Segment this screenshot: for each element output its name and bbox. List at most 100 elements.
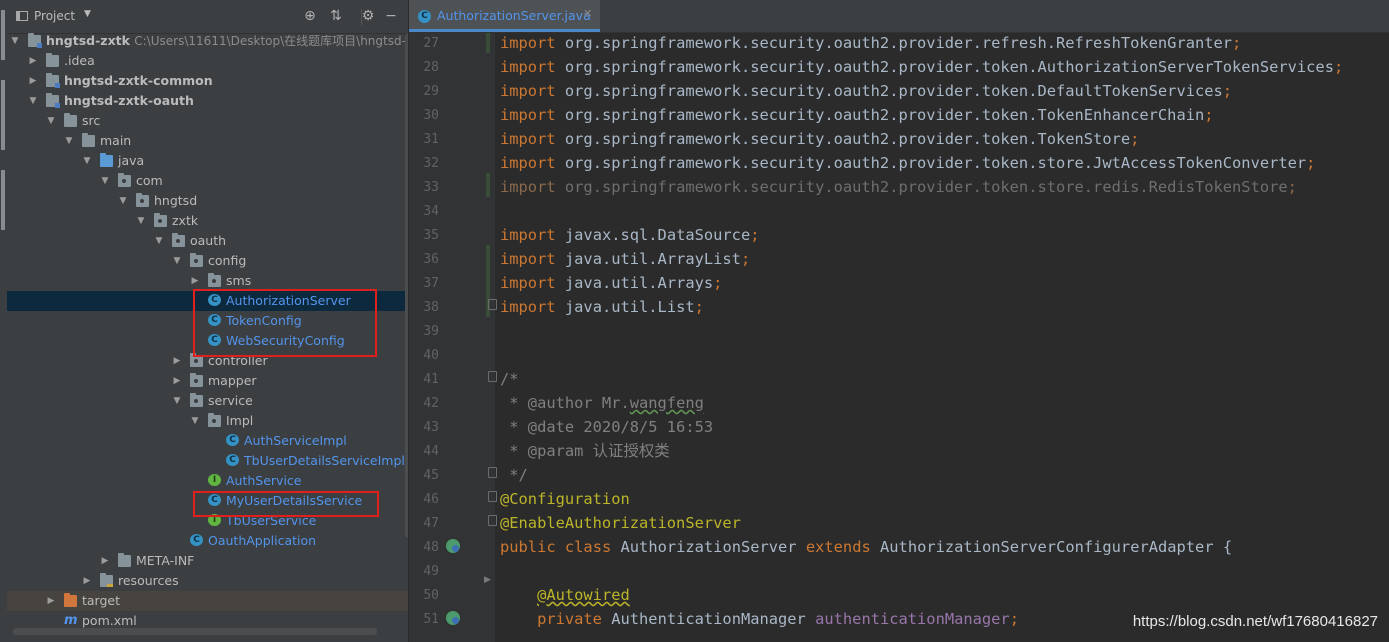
tree-item-authservice[interactable]: I AuthService — [7, 471, 408, 491]
line-number: 32 — [423, 156, 439, 171]
project-panel-header: Project ▼ ⊕ ⇅ ⚙ − — [7, 0, 408, 34]
tree-item-label: service — [208, 393, 253, 408]
vcs-change-marker — [486, 173, 490, 197]
editor-vertical-scrollbar[interactable] — [1378, 33, 1389, 642]
package-icon — [154, 213, 167, 227]
code-line: public class AuthorizationServer extends… — [500, 538, 1233, 556]
fold-marker-icon[interactable] — [488, 515, 497, 526]
tree-item-src[interactable]: ▼ src — [7, 111, 408, 131]
code-line: @EnableAuthorizationServer — [500, 514, 741, 532]
expand-arrow-icon[interactable]: ▶ — [172, 351, 182, 371]
gear-icon[interactable]: ⚙ — [359, 7, 377, 25]
fold-marker-icon[interactable] — [488, 467, 497, 478]
expand-arrow-icon[interactable]: ▼ — [100, 171, 110, 191]
line-number: 33 — [423, 180, 439, 195]
editor-tab-authorizationserver[interactable]: C AuthorizationServer.java ✕ — [409, 0, 600, 32]
fold-marker-icon[interactable] — [488, 491, 497, 502]
code-line: private AuthenticationManager authentica… — [537, 610, 1019, 628]
tool-window-tab-project[interactable] — [1, 10, 5, 60]
tool-window-tab-structure[interactable] — [1, 80, 5, 150]
tree-item-target[interactable]: ▶ target — [7, 591, 408, 611]
tree-item-impl[interactable]: ▼ Impl — [7, 411, 408, 431]
expand-arrow-icon[interactable]: ▶ — [28, 51, 38, 71]
expand-arrow-icon[interactable]: ▼ — [190, 411, 200, 431]
tree-item-config[interactable]: ▼ config — [7, 251, 408, 271]
expand-arrow-icon[interactable]: ▼ — [154, 231, 164, 251]
tree-item-label: hngtsd-zxtk-common — [64, 73, 213, 88]
tree-item-label: .idea — [64, 53, 95, 68]
spring-bean-gutter-icon[interactable] — [446, 539, 460, 553]
tree-item-label: java — [118, 153, 145, 168]
tool-window-tab-favorites[interactable] — [1, 170, 5, 230]
tree-item-label: resources — [118, 573, 179, 588]
tree-item-meta-inf[interactable]: ▶ META-INF — [7, 551, 408, 571]
expand-arrow-icon[interactable]: ▼ — [10, 31, 20, 51]
tree-item-path: C:\Users\11611\Desktop\在线题库项目\hngtsd-zx — [134, 34, 408, 48]
tree-item-sms[interactable]: ▶ sms — [7, 271, 408, 291]
expand-arrow-icon[interactable]: ▼ — [172, 391, 182, 411]
tree-item-label: META-INF — [136, 553, 195, 568]
collapse-all-icon[interactable]: ⇅ — [327, 7, 345, 25]
tree-item-hngtsd[interactable]: ▼ hngtsd — [7, 191, 408, 211]
package-icon — [208, 413, 221, 427]
tree-item-main[interactable]: ▼ main — [7, 131, 408, 151]
expand-arrow-icon[interactable]: ▼ — [118, 191, 128, 211]
tree-item-common[interactable]: ▶ hngtsd-zxtk-common — [7, 71, 408, 91]
hide-icon[interactable]: − — [382, 7, 400, 25]
tree-item-java[interactable]: ▼ java — [7, 151, 408, 171]
expand-arrow-icon[interactable]: ▼ — [136, 211, 146, 231]
fold-marker-icon[interactable] — [488, 371, 497, 382]
tree-item-com[interactable]: ▼ com — [7, 171, 408, 191]
tree-item-service[interactable]: ▼ service — [7, 391, 408, 411]
line-number: 40 — [423, 348, 439, 363]
tree-item-label: hngtsd-zxtk — [46, 33, 130, 48]
class-icon: C — [418, 10, 431, 23]
tree-item-resources[interactable]: ▶ resources — [7, 571, 408, 591]
tree-item-oauthapplication[interactable]: C OauthApplication — [7, 531, 408, 551]
line-number: 36 — [423, 252, 439, 267]
line-number: 39 — [423, 324, 439, 339]
line-number: 42 — [423, 396, 439, 411]
expand-arrow-icon[interactable]: ▶ — [172, 371, 182, 391]
editor-tab-label: AuthorizationServer.java — [437, 8, 591, 23]
vertical-scrollbar[interactable] — [405, 33, 408, 538]
spring-bean-gutter-icon[interactable] — [446, 611, 460, 625]
expand-arrow-icon[interactable]: ▼ — [172, 251, 182, 271]
tree-item-zxtk[interactable]: ▼ zxtk — [7, 211, 408, 231]
editor-tab-bar: C AuthorizationServer.java ✕ — [409, 0, 1389, 33]
expand-arrow-icon[interactable]: ▶ — [46, 591, 56, 611]
tree-item-idea[interactable]: ▶ .idea — [7, 51, 408, 71]
expand-arrow-icon[interactable]: ▶ — [100, 551, 110, 571]
project-panel-title[interactable]: Project — [34, 9, 75, 23]
code-line: import org.springframework.security.oaut… — [500, 58, 1344, 76]
close-icon[interactable]: ✕ — [583, 7, 592, 20]
expand-arrow-icon[interactable]: ▼ — [28, 91, 38, 111]
fold-arrow-icon[interactable]: ▶ — [484, 575, 491, 585]
expand-arrow-icon[interactable]: ▶ — [82, 571, 92, 591]
tree-item-oauth-module[interactable]: ▼ hngtsd-zxtk-oauth — [7, 91, 408, 111]
fold-marker-icon[interactable] — [488, 299, 497, 310]
expand-arrow-icon[interactable]: ▼ — [64, 131, 74, 151]
line-number: 31 — [423, 132, 439, 147]
tree-item-mapper[interactable]: ▶ mapper — [7, 371, 408, 391]
tree-item-label: config — [208, 253, 247, 268]
horizontal-scrollbar[interactable] — [13, 628, 377, 635]
line-number: 30 — [423, 108, 439, 123]
locate-icon[interactable]: ⊕ — [301, 7, 319, 25]
expand-arrow-icon[interactable]: ▼ — [82, 151, 92, 171]
line-number: 49 — [423, 564, 439, 579]
project-panel: Project ▼ ⊕ ⇅ ⚙ − ▼ hngtsd-zxtk C:\Users… — [7, 0, 408, 642]
package-icon — [190, 393, 203, 407]
chevron-down-icon[interactable]: ▼ — [84, 9, 91, 19]
code-line: import org.springframework.security.oaut… — [500, 82, 1233, 100]
tree-item-label: AuthService — [226, 473, 302, 488]
expand-arrow-icon[interactable]: ▶ — [190, 271, 200, 291]
line-number: 41 — [423, 372, 439, 387]
tree-item-oauth[interactable]: ▼ oauth — [7, 231, 408, 251]
tree-item-tbuserdetailsserviceimpl[interactable]: C TbUserDetailsServiceImpl — [7, 451, 408, 471]
tree-item-hngtsd-zxtk[interactable]: ▼ hngtsd-zxtk C:\Users\11611\Desktop\在线题… — [7, 31, 408, 51]
tree-item-authserviceimpl[interactable]: C AuthServiceImpl — [7, 431, 408, 451]
expand-arrow-icon[interactable]: ▶ — [28, 71, 38, 91]
expand-arrow-icon[interactable]: ▼ — [46, 111, 56, 131]
code-line-comment: * @param 认证授权类 — [500, 442, 670, 460]
